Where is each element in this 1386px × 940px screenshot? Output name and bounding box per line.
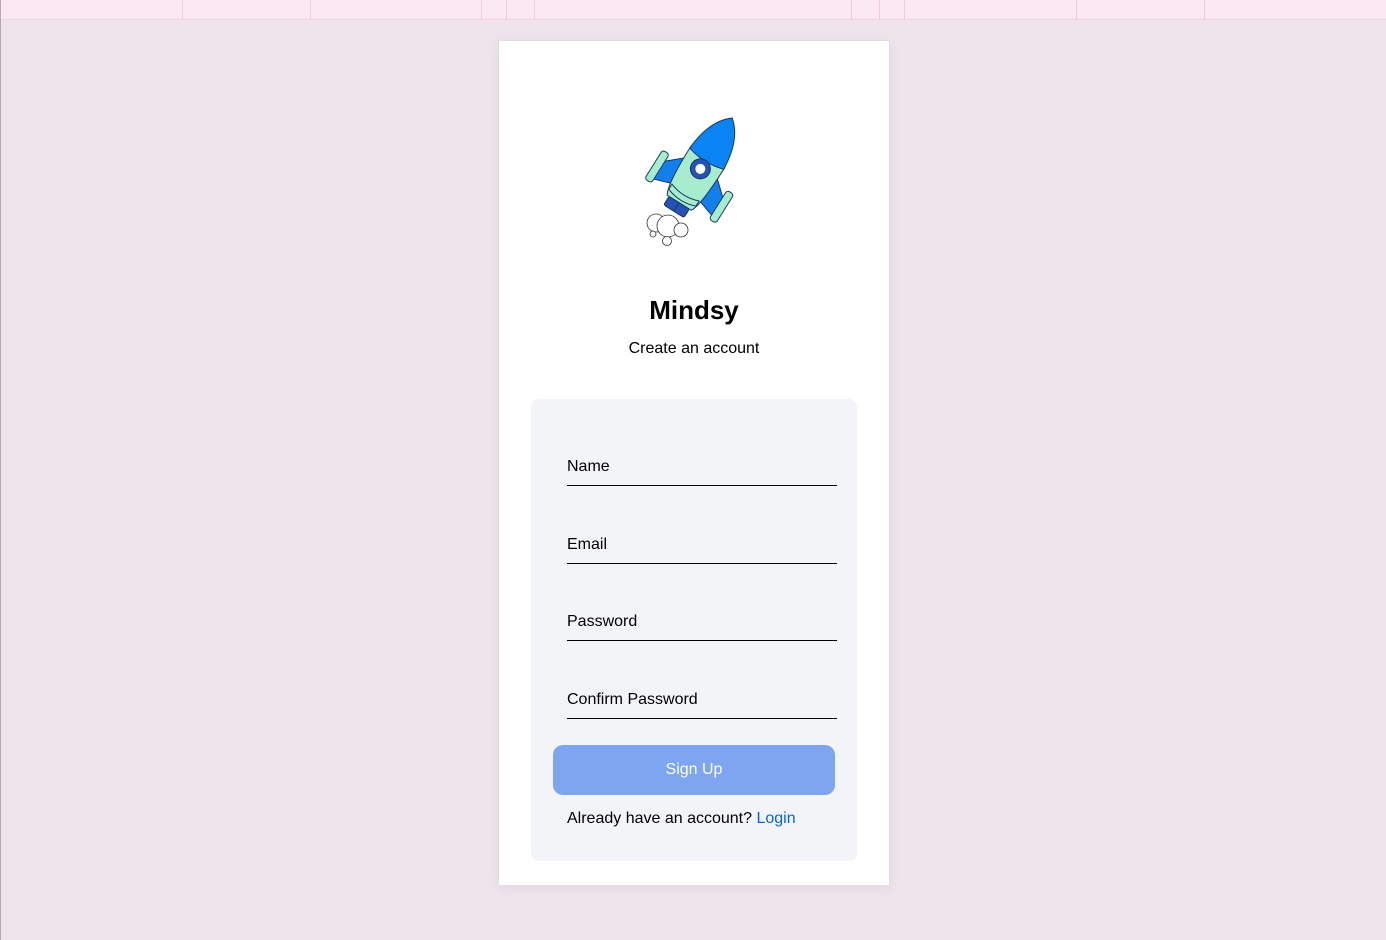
password-input[interactable] — [567, 604, 837, 640]
app-title: Mindsy — [649, 295, 739, 325]
sign-up-button[interactable]: Sign Up — [553, 745, 835, 795]
confirm-password-input[interactable] — [567, 682, 837, 718]
login-link[interactable]: Login — [756, 810, 795, 827]
email-input[interactable] — [567, 527, 837, 563]
password-field-wrapper — [567, 604, 837, 641]
page: Mindsy Create an account Sign Up Already… — [0, 0, 1386, 940]
name-field-wrapper — [567, 449, 837, 486]
login-prompt: Already have an account? Login — [567, 810, 796, 828]
login-prompt-text: Already have an account? — [567, 810, 753, 827]
page-subtitle: Create an account — [628, 340, 760, 357]
signup-card: Mindsy Create an account Sign Up Already… — [498, 40, 890, 886]
name-input[interactable] — [567, 449, 837, 485]
rocket-icon — [645, 117, 736, 246]
email-field-wrapper — [567, 527, 837, 564]
top-strip — [1, 0, 1386, 20]
confirm-password-field-wrapper — [567, 682, 837, 719]
signup-form: Sign Up Already have an account? Login — [531, 399, 857, 861]
